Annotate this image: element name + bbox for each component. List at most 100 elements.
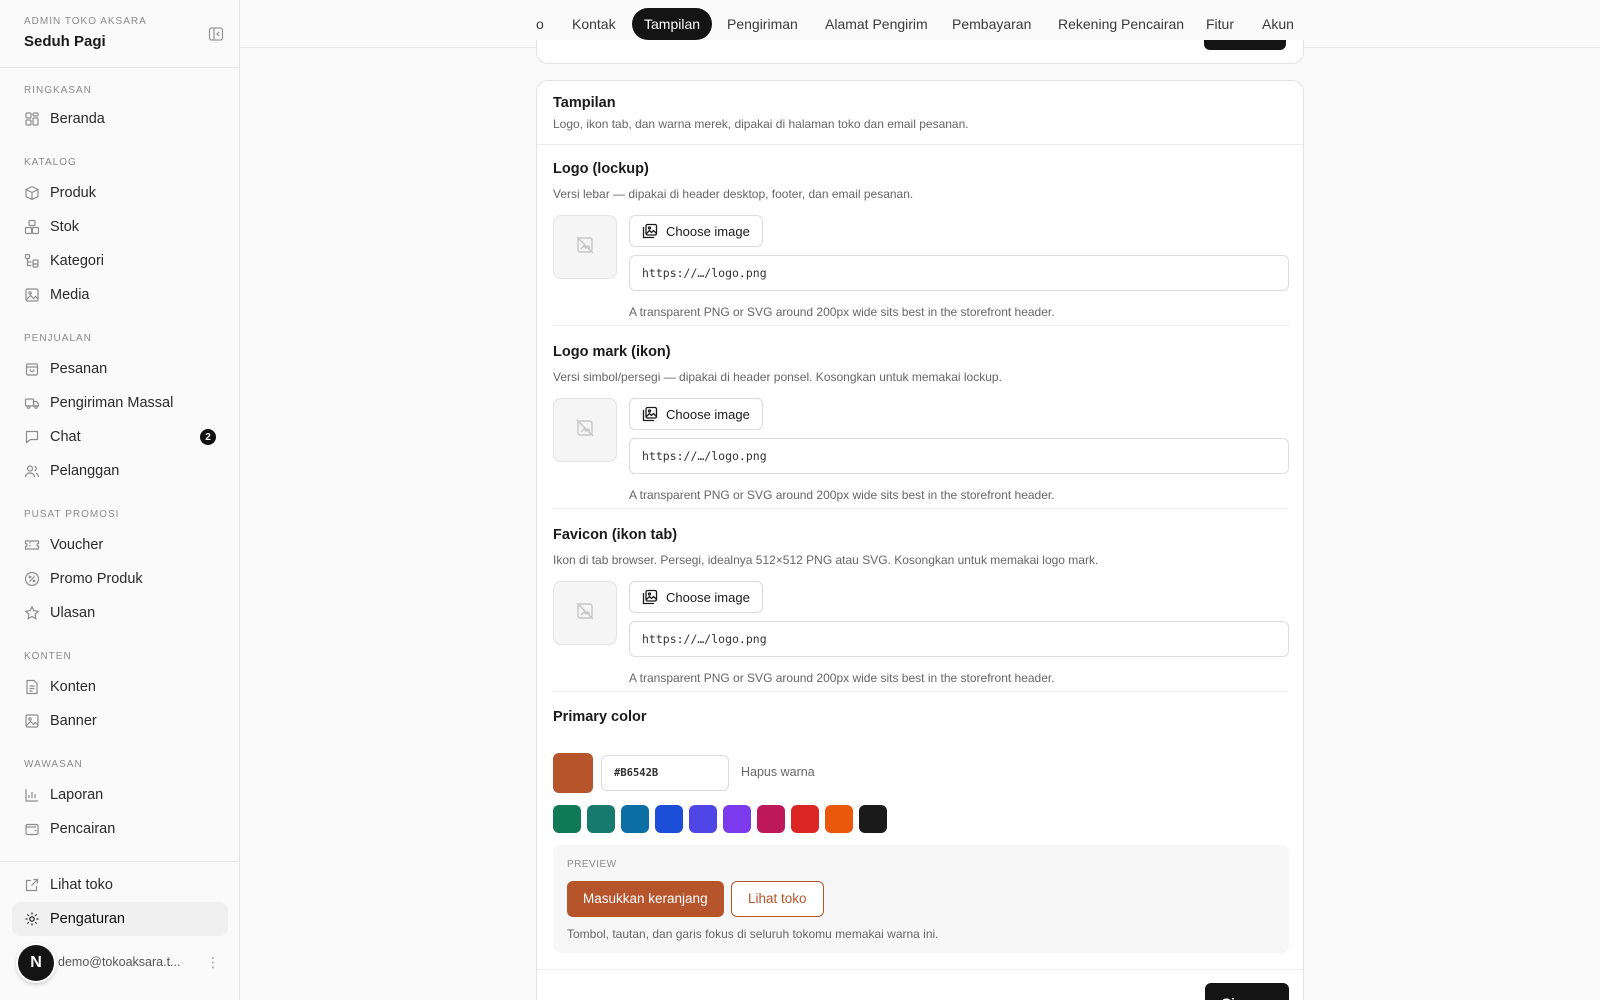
image-upload-icon [642,223,658,239]
sidebar-item-beranda[interactable]: Beranda [0,102,240,136]
sidebar-item-produk[interactable]: Produk [0,176,240,210]
sidebar-item-ulasan[interactable]: Ulasan [0,596,240,630]
color-swatch[interactable] [553,753,593,793]
logo-url-input[interactable]: https://…/logo.png [629,255,1289,291]
tree-icon [24,253,40,269]
field-description: Versi simbol/persegi — dipakai di header… [553,370,1002,384]
tab-pembayaran[interactable]: Pembayaran [952,8,1031,40]
sidebar-item-kategori[interactable]: Kategori [0,244,240,278]
external-link-icon [24,877,40,893]
field-help-text: A transparent PNG or SVG around 200px wi… [629,488,1055,502]
divider [553,325,1289,326]
choose-image-label: Choose image [666,223,750,239]
choose-image-label: Choose image [666,406,750,422]
field-logo-mark: Logo mark (ikon) Versi simbol/persegi — … [553,344,1289,514]
palette-swatch[interactable] [689,805,717,833]
truck-icon [24,395,40,411]
sidebar-item-label: Pesanan [50,361,108,377]
palette-swatch[interactable] [655,805,683,833]
palette-swatch[interactable] [791,805,819,833]
sidebar-item-label: Banner [50,713,97,729]
choose-image-label: Choose image [666,589,750,605]
palette-swatch[interactable] [621,805,649,833]
boxes-icon [24,219,40,235]
palette-swatch[interactable] [757,805,785,833]
tab-truncated[interactable]: o [536,8,544,40]
sidebar-item-promo-produk[interactable]: Promo Produk [0,562,240,596]
sidebar-item-media[interactable]: Media [0,278,240,312]
more-vertical-icon[interactable]: ⋮ [206,953,220,971]
box-icon [24,185,40,201]
sidebar-item-pesanan[interactable]: Pesanan [0,352,240,386]
sidebar-item-laporan[interactable]: Laporan [0,778,240,812]
tab-kontak[interactable]: Kontak [572,8,616,40]
clear-color-button[interactable]: Hapus warna [741,765,815,779]
tab-fitur[interactable]: Fitur [1206,8,1234,40]
divider [537,969,1303,970]
field-description: Versi lebar — dipakai di header desktop,… [553,187,914,201]
image-upload-icon [642,406,658,422]
sidebar-item-pengiriman-massal[interactable]: Pengiriman Massal [0,386,240,420]
field-help-text: A transparent PNG or SVG around 200px wi… [629,305,1055,319]
star-icon [24,605,40,621]
sidebar-item-voucher[interactable]: Voucher [0,528,240,562]
shopping-bag-icon [24,361,40,377]
favicon-url-input[interactable]: https://…/logo.png [629,621,1289,657]
sidebar-item-label: Lihat toko [50,877,113,893]
tab-akun[interactable]: Akun [1262,8,1294,40]
image-icon [24,713,40,729]
sidebar-item-pengaturan[interactable]: Pengaturan [12,902,228,936]
sidebar-item-label: Pengiriman Massal [50,395,174,411]
sidebar-item-label: Produk [50,185,96,201]
section-label-ringkasan: RINGKASAN [24,85,92,96]
sidebar-item-label: Promo Produk [50,571,143,587]
sidebar-item-chat[interactable]: Chat 2 [0,420,240,454]
field-title: Primary color [553,709,647,725]
images-icon [24,287,40,303]
palette-swatch[interactable] [553,805,581,833]
card-description: Logo, ikon tab, dan warna merek, dipakai… [553,117,969,131]
choose-image-button[interactable]: Choose image [629,398,763,430]
palette-swatch[interactable] [587,805,615,833]
color-preview-panel: PREVIEW Masukkan keranjang Lihat toko To… [553,845,1289,953]
preview-note: Tombol, tautan, dan garis fokus di selur… [567,927,939,941]
palette-swatch[interactable] [723,805,751,833]
sidebar-collapse-icon[interactable] [208,26,224,42]
field-title: Favicon (ikon tab) [553,527,678,543]
percent-icon [24,571,40,587]
image-off-icon [575,601,595,626]
choose-image-button[interactable]: Choose image [629,581,763,613]
ticket-icon [24,537,40,553]
tab-rekening-pencairan[interactable]: Rekening Pencairan [1058,8,1184,40]
logo-mark-url-input[interactable]: https://…/logo.png [629,438,1289,474]
card-header: Tampilan Logo, ikon tab, dan warna merek… [537,81,1303,145]
palette-swatch[interactable] [825,805,853,833]
sidebar-item-konten[interactable]: Konten [0,670,240,704]
tab-tampilan[interactable]: Tampilan [632,8,713,40]
divider [0,67,240,68]
palette-swatch[interactable] [859,805,887,833]
sidebar-item-banner[interactable]: Banner [0,704,240,738]
choose-image-button[interactable]: Choose image [629,215,763,247]
tab-pengiriman[interactable]: Pengiriman [727,8,798,40]
save-button[interactable]: Simpan [1205,983,1289,1000]
store-brand: ADMIN TOKO AKSARA Seduh Pagi [24,16,147,50]
chat-icon [24,429,40,445]
image-off-icon [575,235,595,260]
sidebar-item-label: Pengaturan [50,911,125,927]
tab-alamat-pengirim[interactable]: Alamat Pengirim [825,8,928,40]
preview-outline-button[interactable]: Lihat toko [731,881,824,917]
sidebar-item-pencairan[interactable]: Pencairan [0,812,240,846]
user-account[interactable]: N demo@tokoaksara.t... ⋮ [16,945,224,997]
divider [0,861,240,862]
sidebar-item-pelanggan[interactable]: Pelanggan [0,454,240,488]
previous-section-card [536,40,1304,64]
field-help-text: A transparent PNG or SVG around 200px wi… [629,671,1055,685]
hex-color-input[interactable]: #B6542B [601,755,729,791]
sidebar-item-lihat-toko[interactable]: Lihat toko [0,868,240,902]
sidebar-item-stok[interactable]: Stok [0,210,240,244]
dashboard-icon [24,111,40,127]
preview-primary-button[interactable]: Masukkan keranjang [567,881,724,917]
divider [553,691,1289,692]
previous-save-button[interactable] [1204,40,1286,50]
